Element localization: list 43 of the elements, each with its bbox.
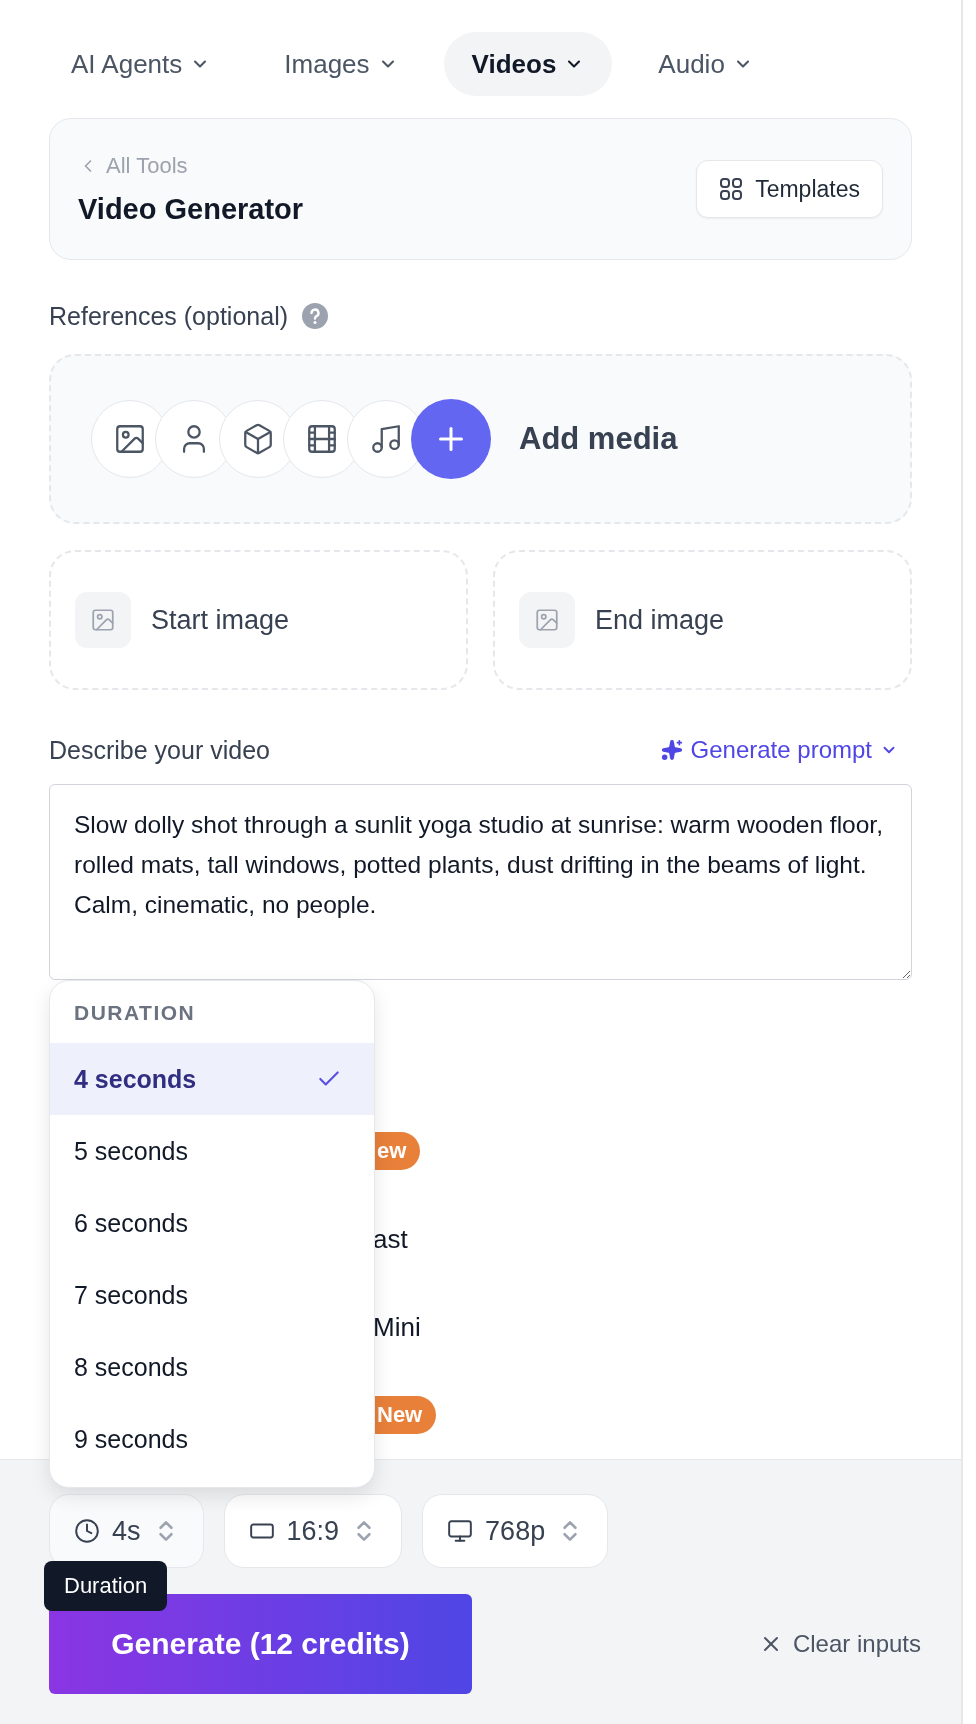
prompt-field[interactable]: Slow dolly shot through a sunlit yoga studio at sunrise: warm wooden floor, rolled mats, tall windows, potted plants, dust drifting in the beams of light. Calm, cinematic, no people. (49, 784, 912, 980)
clock-icon (74, 1518, 100, 1544)
duration-option[interactable]: 9 seconds (50, 1403, 374, 1475)
help-icon[interactable] (302, 303, 328, 329)
setting-selector[interactable]: 4s (49, 1494, 204, 1568)
film-icon (305, 422, 339, 456)
tooltip: Duration (44, 1561, 168, 1611)
model-name[interactable]: ast (373, 1223, 408, 1255)
image-icon (519, 592, 575, 648)
duration-option[interactable]: 4 seconds (50, 1043, 374, 1115)
image-icon (75, 592, 131, 648)
duration-option[interactable]: 8 seconds (50, 1331, 374, 1403)
setting-selector[interactable]: 768p (422, 1494, 609, 1568)
references-label: References (optional) (49, 301, 288, 331)
duration-option[interactable]: 7 seconds (50, 1259, 374, 1331)
new-badge: ew (373, 1132, 421, 1170)
clear-inputs-button[interactable]: Clear inputs (752, 1629, 927, 1659)
add-media-dropzone[interactable]: Add media (49, 354, 912, 524)
add-media-label: Add media (519, 421, 678, 457)
nav-tab[interactable]: Images (256, 32, 426, 96)
sparkles-icon (660, 739, 683, 761)
menu-heading: DURATION (73, 1000, 197, 1026)
tool-title: Video Generator (78, 192, 304, 226)
grid-icon (719, 177, 744, 201)
generate-button[interactable]: Generate (12 credits) (49, 1594, 472, 1694)
prompt-label: Describe your video (49, 735, 270, 765)
image-dropzone[interactable]: Start image (49, 550, 468, 690)
image-slot-label: End image (595, 604, 725, 636)
templates-button[interactable]: Templates (696, 160, 883, 218)
new-badge: New (373, 1396, 437, 1434)
setting-selector[interactable]: 16:9 (223, 1494, 403, 1568)
music-icon (369, 422, 403, 456)
image-slot-label: Start image (151, 604, 290, 636)
monitor-icon (447, 1518, 474, 1544)
cube-icon (241, 422, 275, 456)
duration-option[interactable]: 5 seconds (50, 1115, 374, 1187)
generate-prompt-button[interactable]: Generate prompt (660, 736, 912, 764)
nav-tab[interactable]: Audio (630, 32, 781, 96)
image-dropzone[interactable]: End image (493, 550, 912, 690)
duration-option[interactable]: 6 seconds (50, 1187, 374, 1259)
image-icon (113, 422, 147, 456)
nav-tab[interactable]: Videos (443, 32, 613, 96)
nav-tab[interactable]: AI Agents (43, 32, 239, 96)
